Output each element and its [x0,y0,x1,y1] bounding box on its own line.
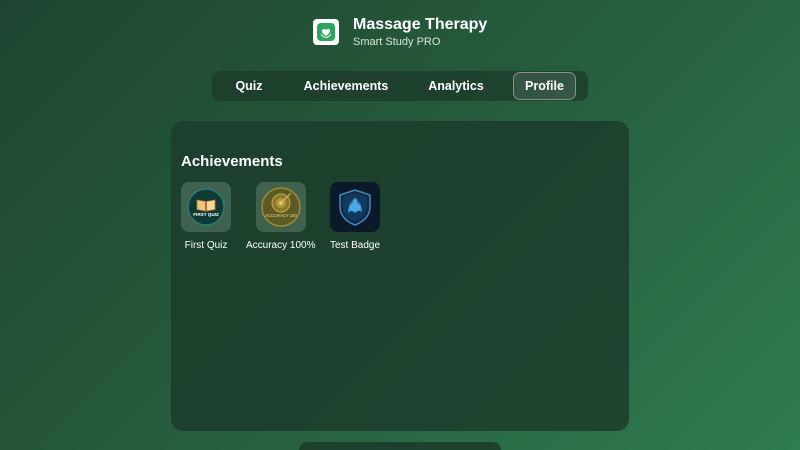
bottom-bar [299,442,501,450]
app-header: Massage Therapy Smart Study PRO [313,15,487,49]
open-book-badge-icon: FIRST QUIZ [187,188,225,226]
shield-flex-badge-icon [339,189,371,226]
main-nav: Quiz Achievements Analytics Profile [212,71,588,101]
badge-label: Accuracy 100% [246,240,316,251]
tab-achievements[interactable]: Achievements [296,72,396,100]
hand-heart-icon [320,28,332,39]
achievements-panel: Achievements FIRST QUIZ First Quiz ACCUR… [171,121,629,431]
app-title: Massage Therapy [353,16,488,33]
badge-label: First Quiz [184,240,228,251]
app-subtitle: Smart Study PRO [353,36,441,48]
badge-accuracy-100[interactable]: ACCURACY 100 Accuracy 100% [246,182,315,251]
app-logo [313,19,339,45]
badge-text-first-quiz: FIRST QUIZ [193,212,219,217]
target-medal-badge-icon: ACCURACY 100 [260,187,301,227]
badge-first-quiz[interactable]: FIRST QUIZ First Quiz [181,182,231,251]
tab-analytics[interactable]: Analytics [420,72,492,100]
achievements-heading: Achievements [181,153,283,170]
badge-label: Test Badge [330,240,381,251]
badge-tile: FIRST QUIZ [181,182,231,232]
tab-profile[interactable]: Profile [513,72,576,100]
badge-tile [330,182,381,232]
badge-text-accuracy: ACCURACY 100 [265,213,297,218]
tab-quiz[interactable]: Quiz [226,72,272,100]
badge-test[interactable]: Test Badge [330,182,380,251]
badge-tile: ACCURACY 100 [255,182,306,232]
